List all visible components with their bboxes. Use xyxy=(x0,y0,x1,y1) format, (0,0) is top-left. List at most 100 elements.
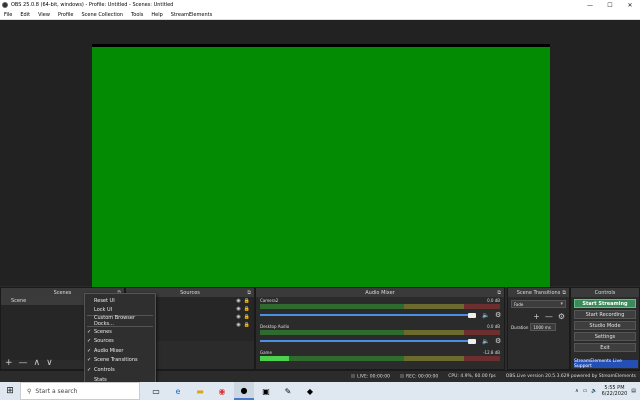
add-scene-button[interactable]: + xyxy=(5,358,13,368)
menu-help[interactable]: Help xyxy=(147,12,166,18)
clock-date: 6/22/2020 xyxy=(601,391,628,397)
windows-start-icon[interactable]: ⊞ xyxy=(0,382,20,400)
mute-speaker-icon[interactable]: 🔈 xyxy=(482,312,489,319)
taskbar-clock[interactable]: 5:55 PM 6/22/2020 xyxy=(602,385,628,397)
volume-slider[interactable]: 🔈 ⚙ xyxy=(260,337,501,345)
gear-icon[interactable]: ⚙ xyxy=(495,337,501,345)
menu-item-sources[interactable]: ✓ Sources xyxy=(85,336,155,346)
channel-name: Camera2 xyxy=(260,298,279,303)
eye-icon[interactable]: ◉ xyxy=(236,314,240,320)
gear-icon[interactable]: ⚙ xyxy=(495,311,501,319)
eye-icon[interactable]: ◉ xyxy=(236,298,240,304)
checkmark-icon: ✓ xyxy=(87,328,92,335)
minimize-button[interactable]: — xyxy=(580,0,600,10)
channel-db: 0.0 dB xyxy=(487,298,500,303)
settings-button[interactable]: Settings xyxy=(574,332,636,341)
duration-label: Duration xyxy=(511,324,529,330)
remove-scene-button[interactable]: — xyxy=(19,358,28,368)
controls-title: Controls xyxy=(594,289,616,296)
channel-db: -12.8 dB xyxy=(483,350,500,355)
move-scene-up-button[interactable]: ∧ xyxy=(34,358,41,368)
start-recording-button[interactable]: Start Recording xyxy=(574,310,636,319)
lock-icon[interactable]: 🔒 xyxy=(244,306,250,312)
channel-name: Game xyxy=(260,350,272,355)
network-icon[interactable]: ▭ xyxy=(583,388,588,394)
tray-chevron-icon[interactable]: ∧ xyxy=(575,388,579,394)
window-titlebar: OBS 25.0.8 (64-bit, windows) - Profile: … xyxy=(0,0,640,10)
audio-mixer-header: Audio Mixer ⧉ xyxy=(256,288,504,297)
menu-item-label: Controls xyxy=(94,366,115,373)
menu-item-audio-mixer[interactable]: ✓ Audio Mixer xyxy=(85,346,155,356)
menu-view[interactable]: View xyxy=(34,12,54,18)
gear-icon[interactable]: ⚙ xyxy=(558,312,565,321)
menu-item-label: Audio Mixer xyxy=(94,347,124,354)
menu-item-label: Custom Browser Docks... xyxy=(94,314,136,327)
volume-icon[interactable]: 🔈 xyxy=(591,388,597,394)
menu-scene-collection[interactable]: Scene Collection xyxy=(77,12,127,18)
menu-item-controls[interactable]: ✓ Controls xyxy=(85,365,155,375)
edge-browser-icon[interactable]: e xyxy=(168,382,188,400)
notifications-icon[interactable]: ▤ xyxy=(631,388,636,394)
studio-mode-button[interactable]: Studio Mode xyxy=(574,321,636,330)
transition-tools: + — ⚙ xyxy=(508,311,569,321)
menu-profile[interactable]: Profile xyxy=(54,12,78,18)
float-icon[interactable]: ⧉ xyxy=(247,290,251,296)
app-icon[interactable]: ◆ xyxy=(300,382,320,400)
menu-item-custom-browser-docks[interactable]: Custom Browser Docks... xyxy=(85,314,155,327)
menu-edit[interactable]: Edit xyxy=(16,12,34,18)
chrome-browser-icon[interactable]: ◉ xyxy=(212,382,232,400)
task-view-icon[interactable]: ▭ xyxy=(146,382,166,400)
checkmark-icon: ✓ xyxy=(87,338,92,345)
remove-transition-button[interactable]: — xyxy=(545,312,553,321)
obs-taskbar-icon[interactable]: ● xyxy=(234,382,254,400)
menu-item-reset-ui[interactable]: Reset UI xyxy=(85,296,155,306)
preview-canvas[interactable] xyxy=(92,44,550,302)
maximize-button[interactable]: ☐ xyxy=(600,0,620,10)
duration-input[interactable]: 1000 ms xyxy=(530,323,557,331)
transitions-title: Scene Transitions xyxy=(516,289,561,296)
exit-button[interactable]: Exit xyxy=(574,343,636,352)
preview-area xyxy=(0,20,640,302)
lock-icon[interactable]: 🔒 xyxy=(244,298,250,304)
lock-icon[interactable]: 🔒 xyxy=(244,322,250,328)
close-button[interactable]: ✕ xyxy=(620,0,640,10)
taskbar-search-box[interactable]: ⚲ Start a search xyxy=(20,382,140,400)
menu-item-label: Scene Transitions xyxy=(94,357,138,364)
channel-name: Desktop Audio xyxy=(260,324,290,329)
taskbar-apps: ▭ e ▬ ◉ ● ▣ ✎ ◆ xyxy=(146,382,320,400)
mixer-channel-desktop-audio: Desktop Audio 0.0 dB 🔈 ⚙ xyxy=(256,323,504,349)
search-placeholder: Start a search xyxy=(35,387,78,395)
lock-icon[interactable]: 🔒 xyxy=(244,314,250,320)
menu-item-lock-ui[interactable]: Lock UI xyxy=(85,306,155,316)
volume-meter xyxy=(260,330,500,335)
menu-item-scene-transitions[interactable]: ✓ Scene Transitions xyxy=(85,356,155,366)
transition-select[interactable]: Fade xyxy=(511,300,566,308)
float-icon[interactable]: ⧉ xyxy=(497,290,501,296)
paint-app-icon[interactable]: ✎ xyxy=(278,382,298,400)
window-title: OBS 25.0.8 (64-bit, windows) - Profile: … xyxy=(11,2,174,8)
streamelements-support-link[interactable]: StreamElements Live Support xyxy=(574,359,638,369)
menu-streamelements[interactable]: StreamElements xyxy=(167,12,216,18)
scene-transitions-dock: Scene Transitions ⧉ Fade + — ⚙ Duration … xyxy=(507,287,570,370)
version-status: OBS.Live version 20.5.3.629 powered by S… xyxy=(505,374,636,379)
start-streaming-button[interactable]: Start Streaming xyxy=(574,299,636,308)
docks-context-menu: Reset UI Lock UI Custom Browser Docks...… xyxy=(84,293,156,391)
file-explorer-icon[interactable]: ▬ xyxy=(190,382,210,400)
sources-title: Sources xyxy=(180,289,200,296)
eye-icon[interactable]: ◉ xyxy=(236,306,240,312)
menu-item-scenes[interactable]: ✓ Scenes xyxy=(85,327,155,337)
menu-tools[interactable]: Tools xyxy=(127,12,147,18)
menu-item-label: Reset UI xyxy=(94,297,115,304)
menu-bar: File Edit View Profile Scene Collection … xyxy=(0,10,640,20)
slider-handle[interactable] xyxy=(468,338,476,344)
float-icon[interactable]: ⧉ xyxy=(562,290,566,296)
volume-slider[interactable]: 🔈 ⚙ xyxy=(260,311,501,319)
slider-handle[interactable] xyxy=(468,312,476,318)
windows-taskbar: ⊞ ⚲ Start a search ▭ e ▬ ◉ ● ▣ ✎ ◆ ∧ ▭ 🔈… xyxy=(0,382,640,400)
menu-file[interactable]: File xyxy=(0,12,16,18)
move-scene-down-button[interactable]: ∨ xyxy=(46,358,53,368)
app-icon[interactable]: ▣ xyxy=(256,382,276,400)
eye-icon[interactable]: ◉ xyxy=(236,322,240,328)
add-transition-button[interactable]: + xyxy=(533,312,540,321)
mute-speaker-icon[interactable]: 🔈 xyxy=(482,338,489,345)
